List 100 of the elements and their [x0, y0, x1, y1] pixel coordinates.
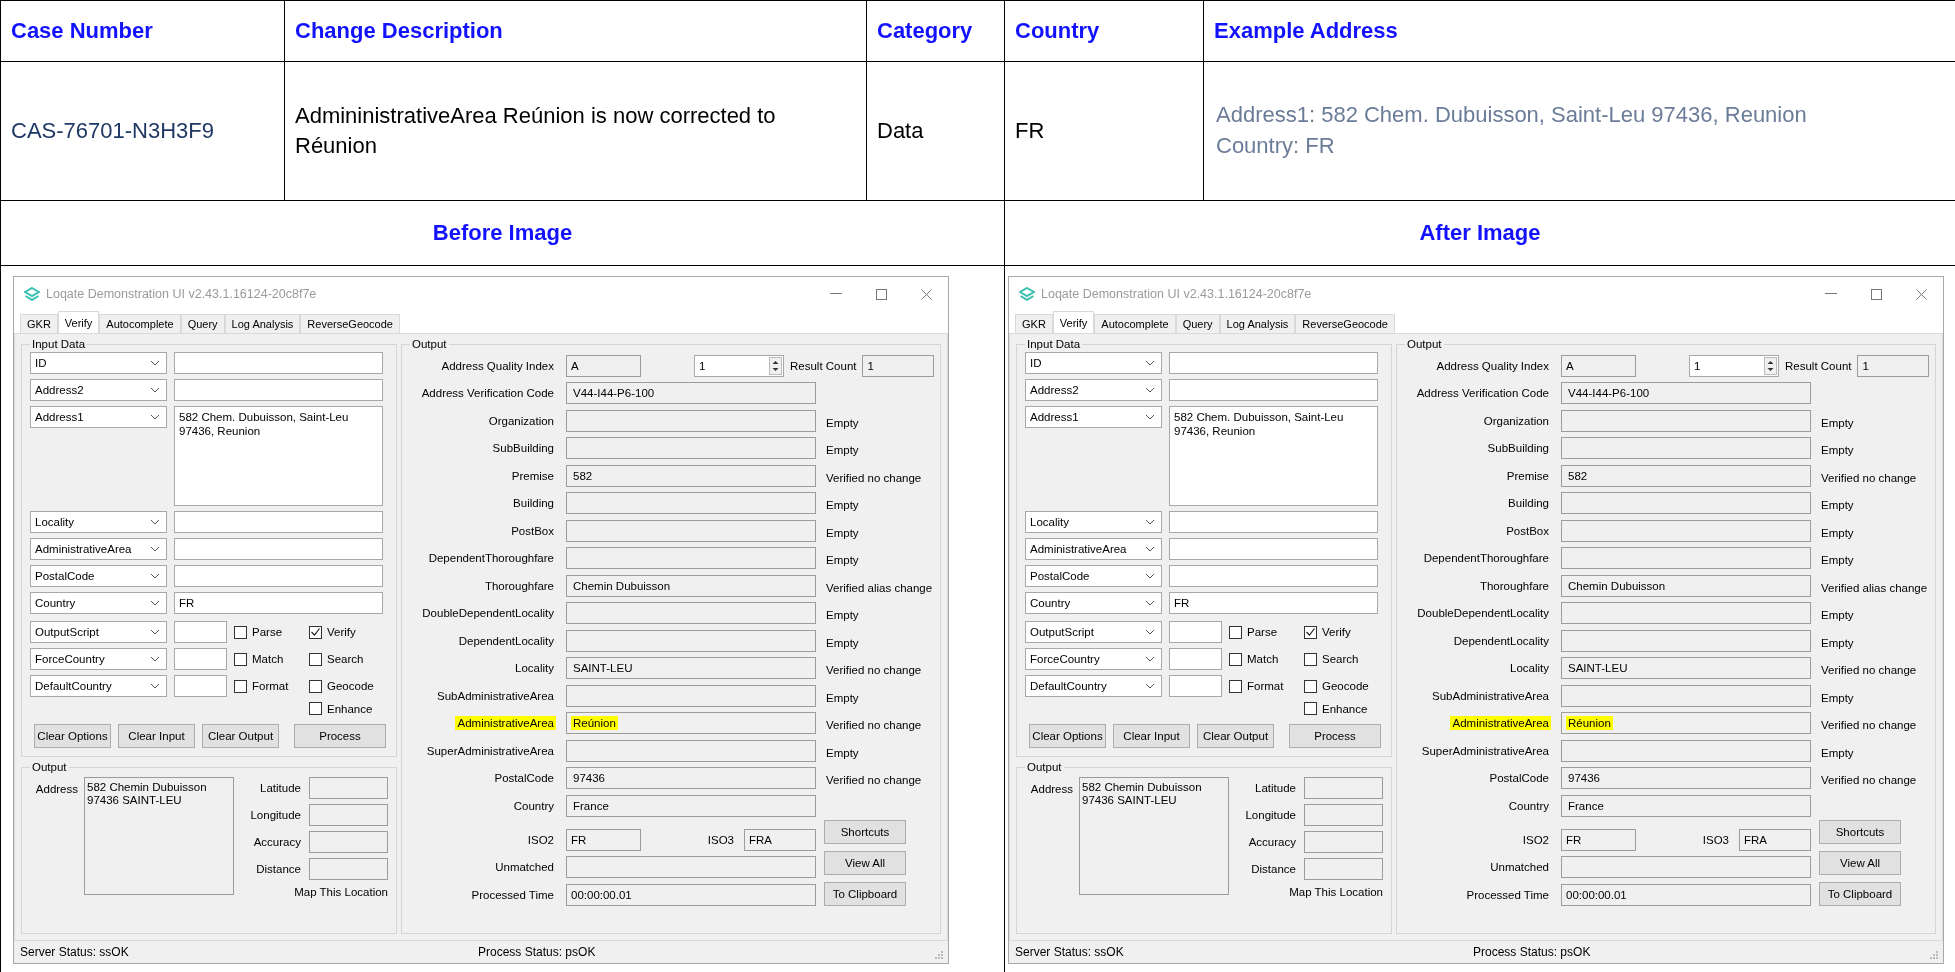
field-dropdown[interactable]: Address2 [30, 379, 167, 401]
spin-arrows-icon[interactable] [769, 356, 782, 375]
text-field[interactable] [174, 648, 227, 670]
text-field[interactable] [174, 538, 383, 560]
field-dropdown[interactable]: DefaultCountry [30, 675, 167, 697]
field-dropdown[interactable]: PostalCode [1025, 565, 1162, 587]
maximize-icon[interactable] [1871, 288, 1882, 300]
checkbox[interactable] [1229, 625, 1242, 639]
push-button[interactable]: Clear Options [1029, 724, 1106, 748]
text-field[interactable] [174, 675, 227, 697]
field-dropdown[interactable]: AdministrativeArea [1025, 538, 1162, 560]
status-text: Verified no change [1821, 663, 1918, 677]
tab[interactable]: Autocomplete [99, 314, 181, 333]
field-dropdown[interactable]: Country [1025, 592, 1162, 614]
checkbox[interactable] [234, 625, 247, 639]
checkbox[interactable] [1304, 652, 1317, 666]
text-field[interactable]: FR [1169, 592, 1378, 614]
field-dropdown[interactable]: ForceCountry [30, 648, 167, 670]
checkbox[interactable] [1304, 702, 1317, 715]
number-spinner[interactable]: 1 [1689, 354, 1779, 377]
push-button[interactable]: View All [1819, 850, 1901, 875]
field-dropdown[interactable]: Locality [1025, 511, 1162, 533]
map-link[interactable]: Map This Location [294, 886, 388, 898]
text-field[interactable] [174, 379, 383, 401]
maximize-icon[interactable] [876, 288, 887, 300]
text-area[interactable]: 582 Chem. Dubuisson, Saint-Leu 97436, Reunion [174, 406, 383, 506]
field-label: PostalCode [1488, 771, 1550, 786]
field-dropdown[interactable]: AdministrativeArea [30, 538, 167, 560]
field-label: Processed Time [1465, 887, 1550, 902]
address-line: Address1: 582 Chem. Dubuisson, Saint-Leu 97436, Reunion [1216, 101, 1808, 130]
status-text: Empty [826, 525, 860, 539]
field-dropdown[interactable]: ID [30, 352, 167, 374]
field-dropdown[interactable]: ID [1025, 352, 1162, 374]
text-field[interactable] [1169, 565, 1378, 587]
text-field[interactable] [1169, 352, 1378, 374]
tab[interactable]: Autocomplete [1094, 314, 1176, 333]
push-button[interactable]: Clear Output [1197, 724, 1274, 748]
push-button[interactable]: Process [294, 724, 386, 748]
checkbox[interactable] [309, 679, 322, 693]
tab[interactable]: ReverseGeocode [300, 314, 400, 333]
text-field[interactable] [1169, 379, 1378, 401]
text-field[interactable] [174, 511, 383, 533]
field-dropdown[interactable]: Address1 [30, 406, 167, 428]
tab[interactable]: Verify [57, 311, 100, 333]
checkbox[interactable] [1304, 679, 1317, 693]
tab[interactable]: Log Analysis [1219, 314, 1296, 333]
push-button[interactable]: Clear Output [202, 724, 279, 748]
tab[interactable]: GKR [20, 314, 58, 333]
chevron-down-icon [1145, 683, 1155, 689]
field-dropdown[interactable]: Country [30, 592, 167, 614]
field-dropdown[interactable]: DefaultCountry [1025, 675, 1162, 697]
field-dropdown[interactable]: OutputScript [1025, 621, 1162, 643]
tab[interactable]: Verify [1052, 311, 1095, 333]
minimize-icon[interactable] [1825, 293, 1837, 295]
text-field[interactable] [174, 565, 383, 587]
checkbox[interactable] [1229, 679, 1242, 693]
checkbox[interactable] [1229, 652, 1242, 666]
minimize-icon[interactable] [830, 293, 842, 295]
push-button[interactable]: Clear Input [118, 724, 195, 748]
text-field[interactable] [1169, 648, 1222, 670]
field-dropdown[interactable]: PostalCode [30, 565, 167, 587]
push-button[interactable]: Clear Options [34, 724, 111, 748]
close-icon[interactable] [1916, 288, 1927, 300]
push-button[interactable]: To Clipboard [1819, 881, 1901, 906]
text-area[interactable]: 582 Chem. Dubuisson, Saint-Leu 97436, Reunion [1169, 406, 1378, 506]
text-field[interactable] [1169, 538, 1378, 560]
checkbox[interactable] [234, 652, 247, 666]
text-field[interactable] [174, 352, 383, 374]
field-dropdown[interactable]: ForceCountry [1025, 648, 1162, 670]
tab[interactable]: ReverseGeocode [1295, 314, 1395, 333]
tab[interactable]: GKR [1015, 314, 1053, 333]
field-dropdown[interactable]: Locality [30, 511, 167, 533]
close-icon[interactable] [921, 288, 932, 300]
push-button[interactable]: Process [1289, 724, 1381, 748]
push-button[interactable]: View All [824, 850, 906, 875]
checkbox[interactable] [309, 702, 322, 715]
tab[interactable]: Log Analysis [224, 314, 301, 333]
checkbox[interactable] [234, 679, 247, 693]
field-dropdown[interactable]: Address2 [1025, 379, 1162, 401]
output-field: 00:00:00.01 [1561, 883, 1811, 906]
text-field[interactable] [1169, 511, 1378, 533]
tab[interactable]: Query [180, 314, 225, 333]
push-button[interactable]: Shortcuts [824, 819, 906, 844]
number-spinner[interactable]: 1 [694, 354, 784, 377]
map-link[interactable]: Map This Location [1289, 886, 1383, 898]
field-dropdown[interactable]: Address1 [1025, 406, 1162, 428]
push-button[interactable]: To Clipboard [824, 881, 906, 906]
tab[interactable]: Query [1175, 314, 1220, 333]
spin-arrows-icon[interactable] [1764, 356, 1777, 375]
field-dropdown[interactable]: OutputScript [30, 621, 167, 643]
checkbox[interactable] [1304, 625, 1317, 639]
push-button[interactable]: Shortcuts [1819, 819, 1901, 844]
checkbox[interactable] [309, 652, 322, 666]
push-button[interactable]: Clear Input [1113, 724, 1190, 748]
table-cell: FR [1004, 61, 1204, 201]
text-field[interactable]: FR [174, 592, 383, 614]
text-field[interactable] [174, 621, 227, 643]
checkbox[interactable] [309, 625, 322, 639]
text-field[interactable] [1169, 621, 1222, 643]
text-field[interactable] [1169, 675, 1222, 697]
